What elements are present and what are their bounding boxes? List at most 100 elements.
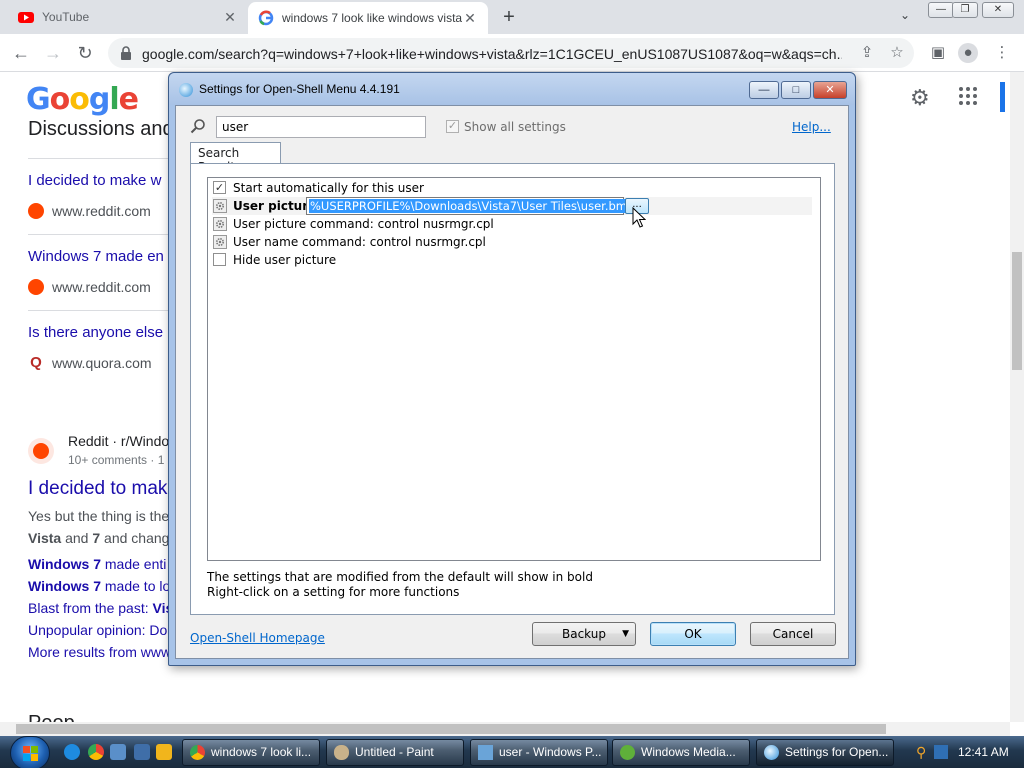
close-icon[interactable]: ✕ xyxy=(813,81,847,99)
gear-icon xyxy=(213,235,227,249)
user-picture-path-input[interactable]: %USERPROFILE%\Downloads\Vista7\User Tile… xyxy=(306,197,636,215)
taskbar-button-media-center[interactable]: Windows Media... xyxy=(612,739,750,766)
ok-button[interactable]: OK xyxy=(650,622,736,646)
chrome-icon[interactable] xyxy=(88,744,104,760)
setting-checkbox[interactable] xyxy=(213,253,226,266)
side-panel-icon[interactable]: ▣ xyxy=(928,43,948,63)
taskbar-label: Settings for Open... xyxy=(785,745,889,759)
taskbar-button-paint[interactable]: Untitled - Paint xyxy=(326,739,464,766)
divider xyxy=(28,234,168,235)
show-all-settings-checkbox[interactable]: ✓ xyxy=(446,120,459,133)
menu-kebab-icon[interactable]: ⋮ xyxy=(992,43,1012,63)
backup-button[interactable]: Backup ▼ xyxy=(532,622,636,646)
related-link[interactable]: Windows 7 made enti xyxy=(28,556,166,572)
setting-row[interactable]: User name command: control nusrmgr.cpl xyxy=(212,233,812,251)
close-icon[interactable]: ✕ xyxy=(982,2,1014,18)
reddit-avatar xyxy=(28,438,54,464)
result-snippet: Yes but the thing is the xyxy=(28,508,168,524)
related-link[interactable]: Unpopular opinion: Do xyxy=(28,622,167,638)
taskbar-label: Windows Media... xyxy=(641,745,736,759)
profile-avatar-icon[interactable]: ● xyxy=(958,43,978,63)
system-clock[interactable]: 12:41 AM xyxy=(958,745,1009,759)
divider xyxy=(28,310,168,311)
desktop-icon[interactable] xyxy=(110,744,126,760)
scrollbar-thumb[interactable] xyxy=(16,724,886,734)
hint-text: Right-click on a setting for more functi… xyxy=(207,585,460,599)
media-player-icon[interactable] xyxy=(156,744,172,760)
setting-checkbox[interactable]: ✓ xyxy=(213,181,226,194)
browser-toolbar: ← → ↻ google.com/search?q=windows+7+look… xyxy=(0,34,1024,72)
tab-title: YouTube xyxy=(42,10,90,24)
scrollbar-thumb[interactable] xyxy=(1012,252,1022,370)
sign-in-edge[interactable] xyxy=(1000,82,1005,112)
result-title[interactable]: Windows 7 made en xyxy=(28,248,164,265)
gear-icon xyxy=(213,199,227,213)
section-heading: Discussions and xyxy=(28,118,168,140)
result-source: Qwww.quora.com xyxy=(28,355,152,371)
restore-icon[interactable]: ❐ xyxy=(952,2,978,18)
new-tab-icon[interactable]: + xyxy=(498,6,520,28)
google-icon xyxy=(258,10,274,26)
address-bar[interactable]: google.com/search?q=windows+7+look+like+… xyxy=(108,38,914,68)
taskbar-button-chrome[interactable]: windows 7 look li... xyxy=(182,739,320,766)
open-shell-icon xyxy=(764,745,779,760)
search-results: Discussions and I decided to make w www.… xyxy=(28,112,168,722)
tab-google-search[interactable]: windows 7 look like windows vista ✕ xyxy=(248,2,488,34)
start-button[interactable] xyxy=(10,736,50,768)
open-shell-icon xyxy=(179,83,193,97)
tab-youtube[interactable]: YouTube ✕ xyxy=(8,0,248,34)
result-source: www.reddit.com xyxy=(28,203,151,219)
selected-path-text: %USERPROFILE%\Downloads\Vista7\User Tile… xyxy=(309,199,636,213)
maximize-icon[interactable]: □ xyxy=(781,81,811,99)
more-results-link[interactable]: More results from www xyxy=(28,644,168,660)
settings-search-input[interactable]: user xyxy=(216,116,426,138)
browser-tab-strip: YouTube ✕ windows 7 look like windows vi… xyxy=(0,0,1024,34)
share-icon[interactable]: ⇪ xyxy=(858,44,876,62)
page-vertical-scrollbar[interactable] xyxy=(1010,72,1024,722)
cancel-button[interactable]: Cancel xyxy=(750,622,836,646)
help-link[interactable]: Help... xyxy=(792,120,831,134)
switch-windows-icon[interactable] xyxy=(134,744,150,760)
result-title[interactable]: Is there anyone else xyxy=(28,324,163,341)
page-horizontal-scrollbar[interactable] xyxy=(0,722,1010,736)
reload-icon[interactable]: ↻ xyxy=(74,42,96,64)
chevron-down-icon[interactable]: ⌄ xyxy=(896,8,914,26)
minimize-icon[interactable]: — xyxy=(928,2,954,18)
network-icon[interactable] xyxy=(934,745,948,759)
setting-label: User picture command: control nusrmgr.cp… xyxy=(233,217,494,231)
tab-close-icon[interactable]: ✕ xyxy=(222,9,238,25)
minimize-icon[interactable]: — xyxy=(749,81,779,99)
result-meta: 10+ comments · 1 xyxy=(68,453,165,467)
taskbar-button-open-shell[interactable]: Settings for Open... xyxy=(756,739,894,766)
settings-tree[interactable]: ✓ Start automatically for this user User… xyxy=(207,177,821,561)
result-title[interactable]: I decided to make w xyxy=(28,172,161,189)
forward-icon[interactable]: → xyxy=(42,42,64,64)
taskbar-label: user - Windows P... xyxy=(499,745,602,759)
setting-row[interactable]: Hide user picture xyxy=(212,251,812,269)
dialog-title: Settings for Open-Shell Menu 4.4.191 xyxy=(199,82,400,96)
setting-row[interactable]: User picture command: control nusrmgr.cp… xyxy=(212,215,812,233)
settings-gear-icon[interactable]: ⚙ xyxy=(910,86,934,110)
url-text: google.com/search?q=windows+7+look+like+… xyxy=(142,46,842,62)
setting-row-selected[interactable]: User picture %USERPROFILE%\Downloads\Vis… xyxy=(212,197,812,215)
tab-title: windows 7 look like windows vista xyxy=(282,11,462,25)
photo-viewer-icon xyxy=(478,745,493,760)
search-icon[interactable]: ⚲ xyxy=(916,745,930,759)
reddit-icon xyxy=(28,203,44,219)
setting-row[interactable]: ✓ Start automatically for this user xyxy=(212,179,812,197)
open-shell-homepage-link[interactable]: Open-Shell Homepage xyxy=(190,631,325,645)
reddit-icon xyxy=(28,279,44,295)
internet-explorer-icon[interactable] xyxy=(64,744,80,760)
related-link[interactable]: Windows 7 made to lo xyxy=(28,578,168,594)
hint-text: The settings that are modified from the … xyxy=(207,570,593,584)
taskbar-button-photo-viewer[interactable]: user - Windows P... xyxy=(470,739,608,766)
featured-result-title[interactable]: I decided to mak xyxy=(28,478,167,500)
dialog-title-bar[interactable]: Settings for Open-Shell Menu 4.4.191 — □… xyxy=(169,73,855,105)
apps-grid-icon[interactable] xyxy=(958,86,978,106)
tab-search-results[interactable]: Search Results xyxy=(190,142,281,174)
bookmark-star-icon[interactable]: ☆ xyxy=(888,44,906,62)
back-icon[interactable]: ← xyxy=(10,42,32,64)
tab-close-icon[interactable]: ✕ xyxy=(462,10,478,26)
related-link[interactable]: Blast from the past: Vis xyxy=(28,600,168,616)
chrome-icon xyxy=(190,745,205,760)
